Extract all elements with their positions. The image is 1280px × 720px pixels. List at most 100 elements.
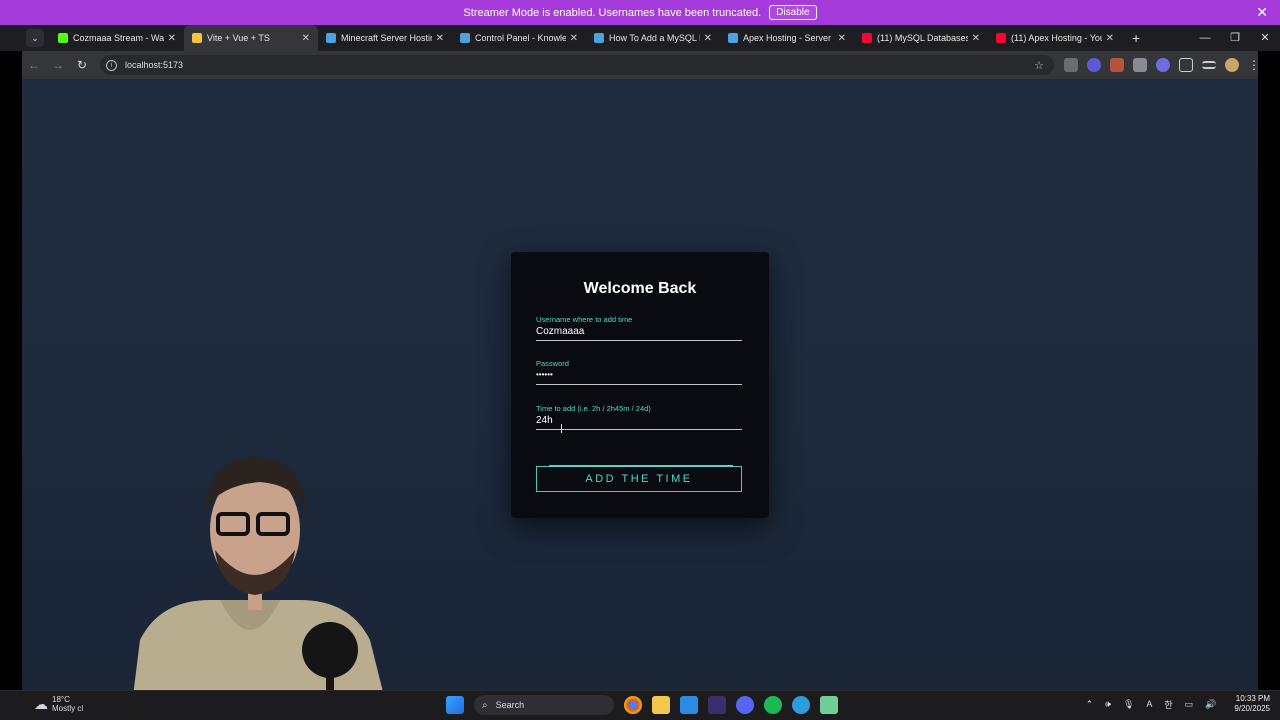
app-cube-icon[interactable]: [820, 696, 838, 714]
tab-close-icon[interactable]: ✕: [302, 33, 310, 44]
tab-7[interactable]: (11) MySQL Databases O ✕: [854, 25, 988, 51]
kick-icon: [58, 33, 68, 43]
disable-streamer-mode-button[interactable]: Disable: [769, 5, 817, 20]
tab-close-icon[interactable]: ✕: [570, 33, 578, 44]
tab-search-chevron-icon[interactable]: ⌄: [26, 29, 44, 47]
tab-6[interactable]: Apex Hosting - Server Co ✕: [720, 25, 854, 51]
tab-title: How To Add a MySQL Da: [609, 33, 700, 43]
text-cursor-icon: [561, 424, 562, 433]
time-underline: [536, 429, 742, 430]
windows-taskbar: ☁ 18°C Mostly cl ⌕ Search ⌃ 🕪 🎙 A 한 ▭ 🔊 …: [0, 690, 1280, 720]
ime-icon[interactable]: 한: [1164, 698, 1172, 711]
restore-icon[interactable]: ❐: [1220, 25, 1250, 51]
tab-title: Vite + Vue + TS: [207, 33, 270, 43]
spotify-icon[interactable]: [764, 696, 782, 714]
password-field[interactable]: Password ••••••: [536, 359, 742, 385]
chevron-up-icon[interactable]: ⌃: [1086, 699, 1094, 710]
browser-menu-icon[interactable]: ⋮: [1248, 58, 1260, 72]
close-window-icon[interactable]: ✕: [1250, 25, 1280, 51]
tab-close-icon[interactable]: ✕: [1106, 33, 1114, 44]
clock-date: 9/20/2025: [1234, 704, 1270, 713]
bookmark-star-icon[interactable]: ☆: [1034, 59, 1044, 72]
extension-eye-icon[interactable]: [1087, 58, 1101, 72]
search-icon: ⌕: [482, 699, 488, 711]
chrome-icon[interactable]: [624, 696, 642, 714]
extension-icon-3[interactable]: [1110, 58, 1124, 72]
network-icon[interactable]: ▭: [1185, 699, 1194, 710]
mic-icon[interactable]: 🎙: [1123, 699, 1134, 710]
extension-icon-4[interactable]: [1133, 58, 1147, 72]
forward-arrow-icon[interactable]: →: [46, 58, 70, 72]
address-url: localhost:5173: [125, 60, 184, 70]
weather-desc: Mostly cl: [52, 704, 84, 713]
taskbar-search-label: Search: [495, 700, 525, 710]
vscode-icon[interactable]: [680, 696, 698, 714]
cloud-icon: ☁: [34, 695, 48, 712]
weather-widget[interactable]: ☁ 18°C Mostly cl: [34, 695, 83, 713]
password-input[interactable]: ••••••: [536, 370, 742, 383]
tab-3[interactable]: Minecraft Server Hosting ✕: [318, 25, 452, 51]
extensions-puzzle-icon[interactable]: [1179, 58, 1193, 72]
clock[interactable]: 10:33 PM 9/20/2025: [1234, 694, 1270, 714]
window-controls: — ❐ ✕: [1190, 25, 1280, 51]
add-time-button[interactable]: ADD THE TIME: [536, 465, 742, 492]
tab-4[interactable]: Control Panel - Knowledg ✕: [452, 25, 586, 51]
tab-close-icon[interactable]: ✕: [972, 33, 980, 44]
add-time-button-label: ADD THE TIME: [585, 473, 693, 485]
taskbar-search[interactable]: ⌕ Search: [474, 695, 614, 715]
extension-icon-5[interactable]: [1156, 58, 1170, 72]
reading-list-icon[interactable]: [1202, 61, 1216, 69]
tab-close-icon[interactable]: ✕: [704, 33, 712, 44]
youtube-icon: [862, 33, 872, 43]
tab-5[interactable]: How To Add a MySQL Da ✕: [586, 25, 720, 51]
apex-icon: [594, 33, 604, 43]
reload-icon[interactable]: ↻: [70, 58, 94, 72]
profile-avatar[interactable]: [1225, 58, 1239, 72]
new-tab-button[interactable]: +: [1132, 30, 1140, 46]
username-input[interactable]: Cozmaaaa: [536, 326, 742, 339]
tab-close-icon[interactable]: ✕: [168, 33, 176, 44]
username-label: Username where to add time: [536, 315, 633, 324]
password-underline: [536, 384, 742, 385]
button-glow: [549, 465, 733, 467]
font-a-icon[interactable]: A: [1146, 699, 1152, 709]
banner-message: Streamer Mode is enabled. Usernames have…: [463, 6, 762, 19]
site-info-icon[interactable]: i: [106, 59, 117, 71]
password-label: Password: [536, 359, 569, 368]
minimize-icon[interactable]: —: [1190, 25, 1220, 51]
time-field[interactable]: Time to add (i.e. 2h / 2h45m / 24d) 24h: [536, 404, 742, 430]
tab-title: Cozmaaa Stream - Watch: [73, 33, 164, 43]
system-tray: ⌃ 🕪 🎙 A 한 ▭ 🔊 10:33 PM 9/20/2025: [1086, 694, 1270, 714]
clock-time: 10:33 PM: [1235, 694, 1270, 703]
username-underline: [536, 340, 742, 341]
address-bar[interactable]: i localhost:5173 ☆: [100, 55, 1054, 75]
tab-2[interactable]: Vite + Vue + TS ✕: [184, 25, 318, 51]
windows-start-icon[interactable]: [446, 696, 464, 714]
app-sh-icon[interactable]: [708, 696, 726, 714]
apex-icon: [326, 33, 336, 43]
tab-close-icon[interactable]: ✕: [838, 33, 846, 44]
speaker-icon[interactable]: 🕪: [1105, 699, 1111, 710]
tab-title: (11) Apex Hosting - YouTu: [1011, 33, 1102, 43]
tab-strip: ⌄ Cozmaaa Stream - Watch✕Vite + Vue + TS…: [0, 25, 1280, 51]
volume-icon[interactable]: 🔊: [1205, 699, 1216, 710]
tab-title: (11) MySQL Databases O: [877, 33, 968, 43]
taskbar-apps: ⌕ Search: [446, 695, 838, 715]
time-label: Time to add (i.e. 2h / 2h45m / 24d): [536, 404, 651, 413]
back-arrow-icon[interactable]: ←: [22, 58, 46, 72]
time-input[interactable]: 24h: [536, 415, 742, 428]
tab-8[interactable]: (11) Apex Hosting - YouTu ✕: [988, 25, 1122, 51]
file-explorer-icon[interactable]: [652, 696, 670, 714]
tab-title: Apex Hosting - Server Co: [743, 33, 834, 43]
app-bird-icon[interactable]: [792, 696, 810, 714]
webcam-overlay: [130, 457, 390, 720]
extension-icon-1[interactable]: [1064, 58, 1078, 72]
streamer-mode-banner: Streamer Mode is enabled. Usernames have…: [0, 0, 1280, 25]
tab-close-icon[interactable]: ✕: [436, 33, 444, 44]
username-field[interactable]: Username where to add time Cozmaaaa: [536, 315, 742, 341]
tab-1[interactable]: Cozmaaa Stream - Watch ✕: [50, 25, 184, 51]
tab-title: Control Panel - Knowledg: [475, 33, 566, 43]
close-icon[interactable]: ✕: [1256, 4, 1268, 21]
vite-icon: [192, 33, 202, 43]
discord-icon[interactable]: [736, 696, 754, 714]
